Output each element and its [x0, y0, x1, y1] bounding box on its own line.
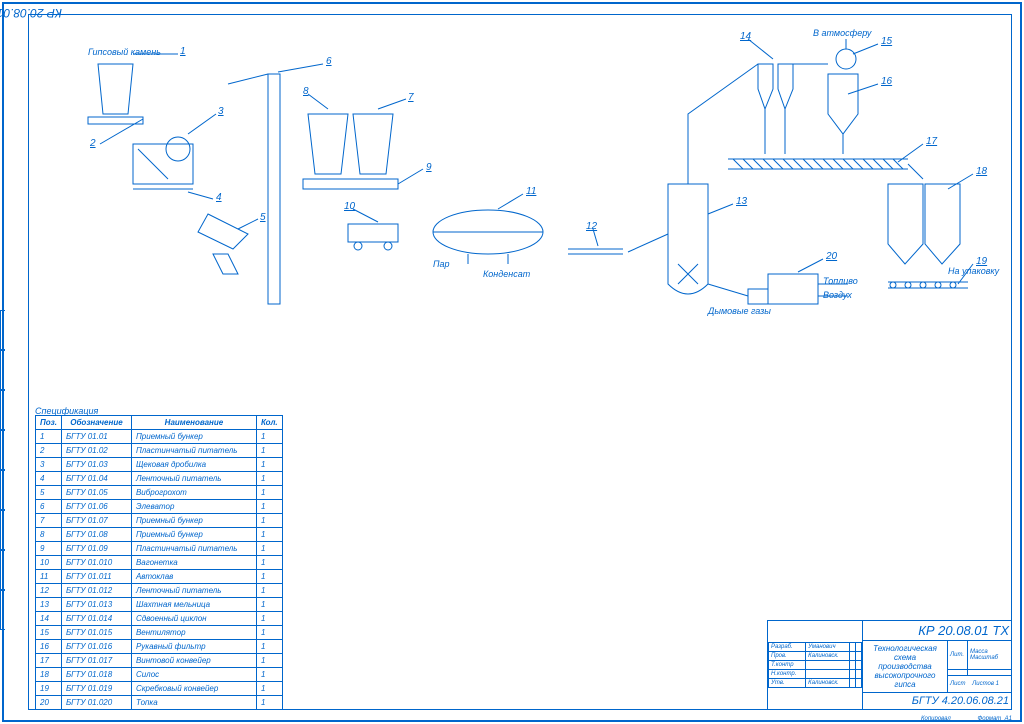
callout-16: 16	[881, 76, 892, 87]
spec-row: 7БГТУ 01.07Приемный бункер1	[36, 514, 283, 528]
spec-table: Поз. Обозначение Наименование Кол. 1БГТУ…	[35, 415, 283, 710]
callout-18: 18	[976, 166, 987, 177]
spec-row: 3БГТУ 01.03Щековая дробилка1	[36, 458, 283, 472]
callout-9: 9	[426, 162, 432, 173]
spec-row: 15БГТУ 01.015Вентилятор1	[36, 626, 283, 640]
format-row: Копировал Формат А1	[921, 716, 1012, 722]
callout-14: 14	[740, 31, 751, 42]
callout-15: 15	[881, 36, 892, 47]
callout-10: 10	[344, 201, 355, 212]
spec-row: 5БГТУ 01.05Виброгрохот1	[36, 486, 283, 500]
spec-row: 2БГТУ 01.02Пластинчатый питатель1	[36, 444, 283, 458]
callout-17: 17	[926, 136, 937, 147]
spec-row: 14БГТУ 01.014Сдвоенный циклон1	[36, 612, 283, 626]
callout-3: 3	[218, 106, 224, 117]
spec-h-des: Обозначение	[61, 416, 131, 430]
label-kondensat: Конденсат	[483, 269, 530, 279]
callout-19: 19	[976, 256, 987, 267]
callout-8: 8	[303, 86, 309, 97]
callout-12: 12	[586, 221, 597, 232]
callout-20: 20	[826, 251, 837, 262]
doc-code: КР 20.08.01 ТХ	[863, 621, 1012, 641]
spec-row: 20БГТУ 01.020Топка1	[36, 696, 283, 710]
spec-row: 1БГТУ 01.01Приемный бункер1	[36, 430, 283, 444]
label-dym: Дымовые газы	[708, 306, 771, 316]
spec-h-name: Наименование	[131, 416, 256, 430]
spec-row: 10БГТУ 01.010Вагонетка1	[36, 556, 283, 570]
label-par: Пар	[433, 259, 450, 269]
spec-row: 6БГТУ 01.06Элеватор1	[36, 500, 283, 514]
spec-row: 16БГТУ 01.016Рукавный фильтр1	[36, 640, 283, 654]
callout-1: 1	[180, 46, 186, 57]
side-tabs	[0, 310, 26, 630]
callout-7: 7	[408, 92, 414, 103]
callout-2: 2	[90, 138, 96, 149]
spec-row: 12БГТУ 01.012Ленточный питатель1	[36, 584, 283, 598]
spec-row: 19БГТУ 01.019Скребковый конвейер1	[36, 682, 283, 696]
spec-h-qty: Кол.	[256, 416, 282, 430]
callout-4: 4	[216, 192, 222, 203]
label-gypsum: Гипсовый камень	[88, 47, 161, 57]
bottom-code: БГТУ 4.20.06.08.21	[863, 693, 1012, 710]
spec-row: 8БГТУ 01.08Приемный бункер1	[36, 528, 283, 542]
callout-5: 5	[260, 212, 266, 223]
label-atmos: В атмосферу	[813, 28, 871, 38]
spec-row: 18БГТУ 01.018Силос1	[36, 668, 283, 682]
spec-row: 11БГТУ 01.011Автоклав1	[36, 570, 283, 584]
label-toplivo: Топливо	[823, 276, 858, 286]
label-upakovka: На упаковку	[948, 266, 999, 276]
callout-11: 11	[526, 186, 536, 197]
spec-row: 9БГТУ 01.09Пластинчатый питатель1	[36, 542, 283, 556]
callout-6: 6	[326, 56, 332, 67]
spec-h-pos: Поз.	[36, 416, 62, 430]
spec-row: 17БГТУ 01.017Винтовой конвейер1	[36, 654, 283, 668]
callout-13: 13	[736, 196, 747, 207]
spec-row: 4БГТУ 01.04Ленточный питатель1	[36, 472, 283, 486]
title-block: Разраб.Уманович Пров.Калиновск. Т.контр …	[767, 620, 1012, 710]
spec-row: 13БГТУ 01.013Шахтная мельница1	[36, 598, 283, 612]
label-vozdukh: Воздух	[823, 290, 852, 300]
